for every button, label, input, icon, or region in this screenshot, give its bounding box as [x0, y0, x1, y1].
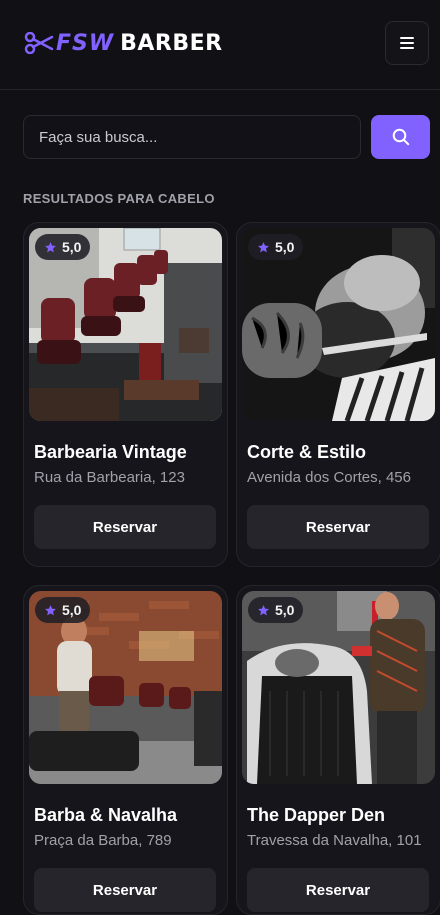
logo-barber-text: BARBER [120, 30, 223, 56]
app-header: FSW BARBER [0, 0, 440, 90]
barbershop-address: Avenida dos Cortes, 456 [247, 469, 411, 486]
star-icon [45, 241, 56, 252]
star-icon [45, 604, 56, 615]
barbershop-card[interactable]: 5,0 Barbearia Vintage Rua da Barbearia, … [23, 222, 228, 567]
rating-value: 5,0 [275, 239, 295, 255]
rating-badge: 5,0 [248, 234, 304, 260]
reserve-button[interactable]: Reservar [34, 868, 216, 912]
reserve-button[interactable]: Reservar [34, 505, 216, 549]
rating-value: 5,0 [62, 602, 82, 618]
rating-value: 5,0 [275, 602, 295, 618]
fsw-barber-logo[interactable]: FSW BARBER [24, 30, 223, 56]
search-input[interactable] [23, 115, 361, 159]
section-title: RESULTADOS PARA CABELO [23, 191, 215, 206]
rating-badge: 5,0 [248, 597, 304, 623]
star-icon [258, 604, 269, 615]
reserve-button[interactable]: Reservar [247, 505, 429, 549]
menu-button[interactable] [385, 21, 429, 65]
search-button[interactable] [371, 115, 430, 159]
barbershop-address: Travessa da Navalha, 101 [247, 832, 422, 849]
barbershop-name: Barba & Navalha [34, 805, 178, 825]
hamburger-menu-icon [400, 37, 414, 49]
barbershop-address: Praça da Barba, 789 [34, 832, 172, 849]
rating-badge: 5,0 [35, 597, 91, 623]
logo-fsw-text: FSW [56, 30, 115, 56]
rating-value: 5,0 [62, 239, 82, 255]
barbershop-address: Rua da Barbearia, 123 [34, 469, 185, 486]
barbershop-card[interactable]: 5,0 Corte & Estilo Avenida dos Cortes, 4… [236, 222, 440, 567]
search-icon [392, 128, 409, 146]
barbershop-name: The Dapper Den [247, 805, 386, 825]
rating-badge: 5,0 [35, 234, 91, 260]
barbershop-name: Barbearia Vintage [34, 442, 187, 462]
barbershop-card[interactable]: 5,0 Barba & Navalha Praça da Barba, 789 … [23, 585, 228, 915]
barbershop-name: Corte & Estilo [247, 442, 367, 462]
reserve-button[interactable]: Reservar [247, 868, 429, 912]
star-icon [258, 241, 269, 252]
scissors-logo-icon: FSW [24, 31, 114, 56]
barbershop-card[interactable]: 5,0 The Dapper Den Travessa da Navalha, … [236, 585, 440, 915]
